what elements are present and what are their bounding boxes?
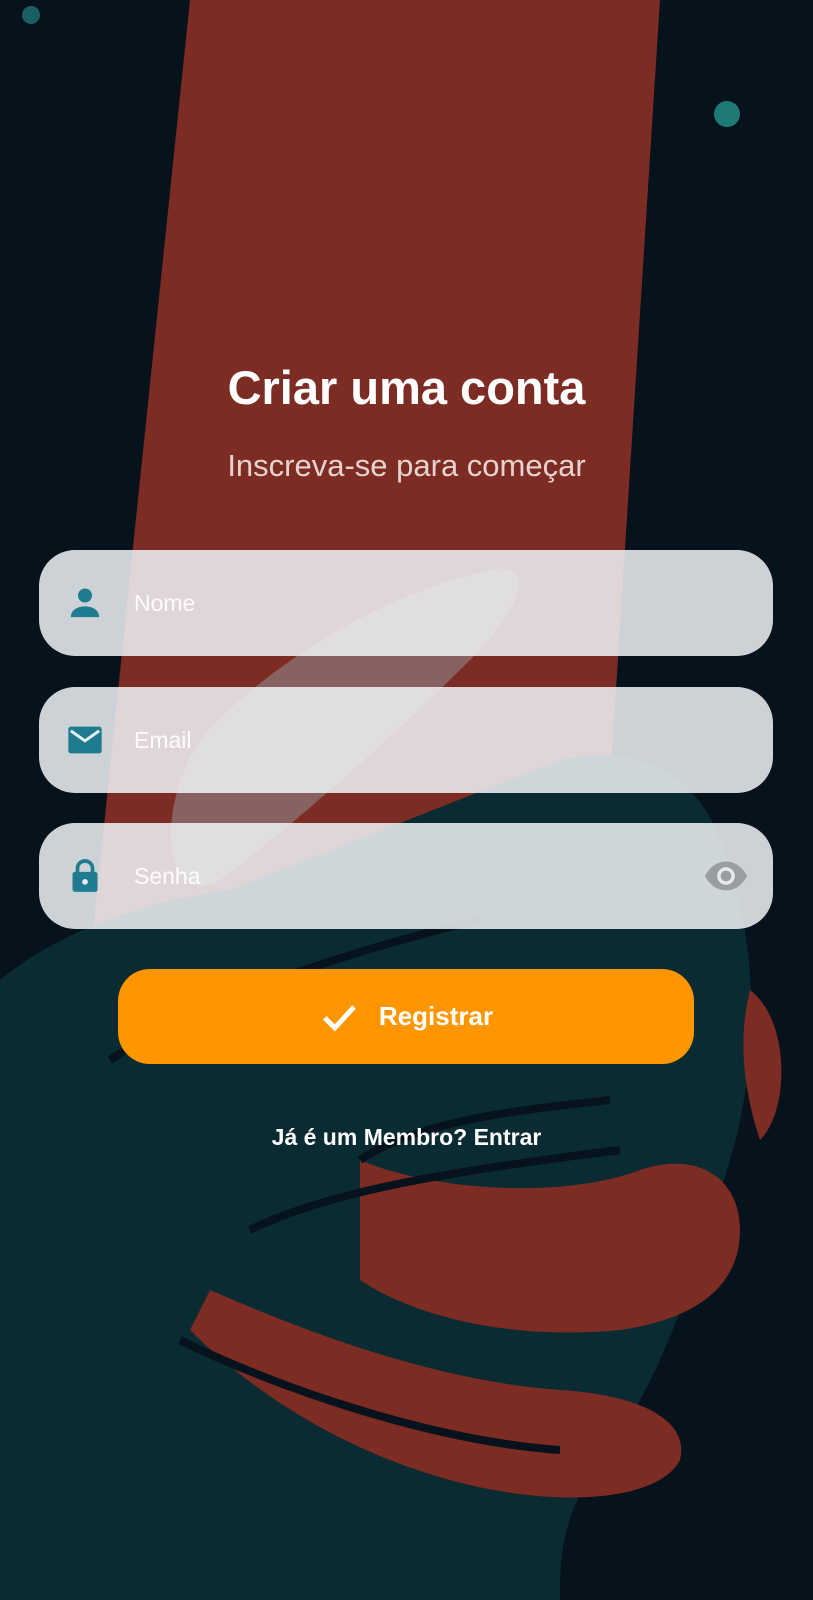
page-subtitle: Inscreva-se para começar (227, 448, 586, 483)
signup-screen: Criar uma conta Inscreva-se para começar (0, 0, 813, 1600)
lock-icon (72, 859, 98, 892)
register-button[interactable]: Registrar (118, 969, 694, 1064)
login-link[interactable]: Já é um Membro? Entrar (0, 1124, 813, 1151)
register-button-label: Registrar (378, 1001, 494, 1031)
email-input[interactable] (134, 687, 654, 793)
person-icon (70, 588, 100, 618)
page-title: Criar uma conta (227, 361, 586, 414)
email-field (39, 687, 773, 793)
name-input[interactable] (134, 550, 654, 656)
check-icon (322, 1004, 356, 1031)
password-input[interactable] (134, 823, 654, 929)
name-field (39, 550, 773, 656)
eye-icon[interactable] (703, 856, 749, 896)
password-field (39, 823, 773, 929)
mail-icon (68, 726, 102, 754)
